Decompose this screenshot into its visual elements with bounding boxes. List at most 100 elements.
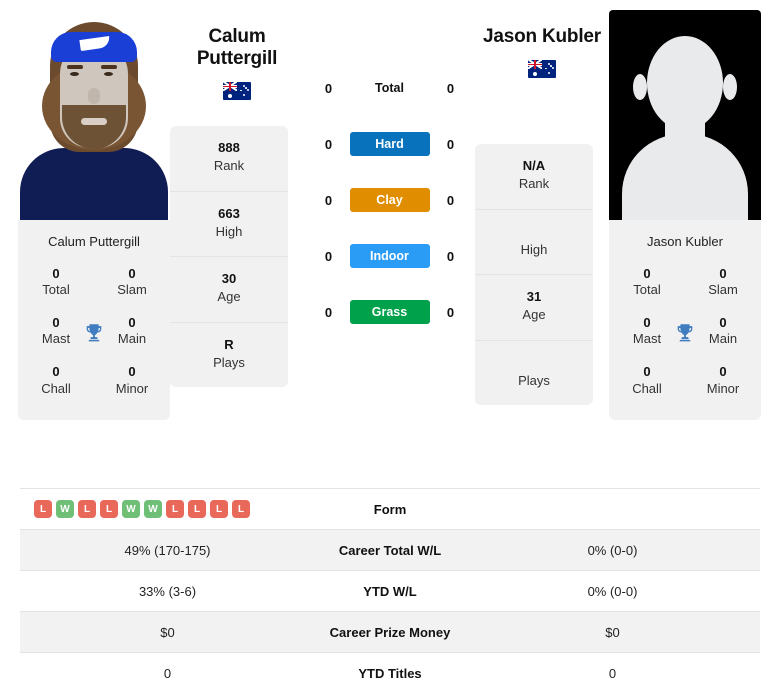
value: N/A [522, 158, 546, 174]
left-card-player-name: Calum Puttergill [48, 234, 140, 249]
photo-mouth [81, 118, 107, 125]
table-row-career-prize-money: $0 Career Prize Money $0 [20, 611, 760, 652]
form-chip[interactable]: L [34, 500, 52, 518]
left-value: 49% (170-175) [124, 542, 211, 558]
right-titles-slam: 0 Slam [685, 259, 761, 308]
right-player-name-block: Jason Kubler N/A Rank High 31 Age Plays [475, 0, 609, 406]
label: Minor [706, 380, 740, 396]
form-chip[interactable]: L [210, 500, 228, 518]
label: Main [708, 331, 738, 347]
surface-row-indoor: 0 Indoor 0 [304, 228, 475, 284]
label: Slam [708, 282, 738, 298]
photo-shirt [20, 148, 168, 220]
row-label: Career Prize Money [329, 624, 451, 640]
flag-star-5 [550, 65, 552, 67]
photo-eye-left [70, 72, 79, 76]
right-player-stat-stack: N/A Rank High 31 Age Plays [475, 144, 593, 406]
right-value: 0 [446, 80, 455, 96]
value: 0 [719, 315, 727, 331]
left-player-column: Calum Puttergill 0 Total 0 Slam 0 Mast 0… [0, 0, 170, 421]
value: 30 [221, 271, 237, 287]
right-titles-main: 0 Main [685, 308, 761, 357]
left-player-photo[interactable] [18, 10, 170, 220]
left-stat-high: 663 High [170, 192, 288, 258]
value: 0 [52, 364, 60, 380]
label: Plays [213, 354, 245, 370]
form-chip[interactable]: L [78, 500, 96, 518]
surface-badge-grass[interactable]: Grass [349, 300, 430, 324]
left-stat-age: 30 Age [170, 257, 288, 323]
flag-star-4 [240, 89, 242, 92]
left-value: 0 [324, 304, 333, 320]
photo-eye-right [104, 72, 113, 76]
left-value: 0 [324, 248, 333, 264]
right-card-player-name: Jason Kubler [647, 234, 723, 249]
flag-star-2 [552, 67, 555, 70]
right-player-name-line1: Jason Kubler [483, 26, 601, 47]
label: High [215, 223, 243, 239]
surface-badge-clay[interactable]: Clay [349, 188, 430, 212]
surface-comparison-column: 0 Total 0 0 Hard 0 0 Clay 0 0 Indoor 0 0 [304, 0, 475, 340]
right-player-photo[interactable] [609, 10, 761, 220]
value: 888 [218, 140, 240, 156]
label: High [520, 241, 548, 257]
form-chip[interactable]: L [232, 500, 250, 518]
value [477, 224, 591, 241]
right-value: 0% (0-0) [587, 583, 638, 599]
value: 0 [128, 364, 136, 380]
right-player-summary-card: Jason Kubler 0 Total 0 Slam 0 Mast 0 Mai… [609, 220, 761, 421]
silhouette-ear-left [633, 74, 647, 100]
right-value: 0 [446, 304, 455, 320]
left-player-summary-card: Calum Puttergill 0 Total 0 Slam 0 Mast 0… [18, 220, 170, 421]
silhouette-ear-right [723, 74, 737, 100]
head-to-head-stats-table: L W L L W W L L L L Form 49% (170-175) C… [20, 488, 760, 693]
value: 0 [128, 266, 136, 281]
left-titles-total: 0 Total [18, 259, 94, 308]
value: 31 [526, 289, 542, 305]
label: Chall [41, 380, 71, 396]
table-row-career-total-wl: 49% (170-175) Career Total W/L 0% (0-0) [20, 529, 760, 570]
right-stat-high: High [475, 210, 593, 276]
label: Slam [117, 282, 147, 298]
label: Total [42, 282, 70, 298]
value: 0 [128, 315, 136, 331]
surface-badge-indoor[interactable]: Indoor [349, 244, 430, 268]
left-stat-plays: R Plays [170, 323, 288, 388]
right-stat-age: 31 Age [475, 275, 593, 341]
left-titles-grid: 0 Total 0 Slam 0 Mast 0 Main 0 Chall 0 M… [18, 259, 170, 406]
right-player-name: Jason Kubler [475, 26, 609, 48]
left-stat-rank: 888 Rank [170, 126, 288, 192]
left-player-name-line1: Calum [208, 26, 266, 47]
australia-flag-icon [223, 82, 251, 101]
left-titles-main: 0 Main [94, 308, 170, 357]
flag-star-4 [545, 67, 547, 70]
label: Rank [213, 158, 245, 174]
right-titles-minor: 0 Minor [685, 357, 761, 406]
surface-badge-hard[interactable]: Hard [349, 132, 430, 156]
value: 0 [719, 266, 727, 281]
label: Rank [518, 176, 550, 192]
left-player-name: Calum Puttergill [170, 26, 304, 70]
flag-commonwealth-star [228, 93, 232, 98]
right-player-column: Jason Kubler 0 Total 0 Slam 0 Mast 0 Mai… [609, 0, 779, 421]
form-chip[interactable]: L [188, 500, 206, 518]
form-chip[interactable]: L [166, 500, 184, 518]
row-label: YTD Titles [358, 665, 422, 681]
silhouette-head [647, 36, 723, 130]
left-titles-chall: 0 Chall [18, 357, 94, 406]
form-chip[interactable]: W [122, 500, 140, 518]
surface-row-grass: 0 Grass 0 [304, 284, 475, 340]
flag-star-2 [247, 89, 250, 92]
left-value: 0 [163, 665, 172, 681]
australia-flag-icon [528, 60, 556, 79]
right-titles-chall: 0 Chall [609, 357, 685, 406]
label: Age [217, 289, 241, 305]
right-value: $0 [605, 624, 620, 640]
right-value: 0 [446, 192, 455, 208]
form-chip[interactable]: L [100, 500, 118, 518]
label: Plays [518, 372, 550, 388]
form-chip[interactable]: W [144, 500, 162, 518]
flag-star-5 [245, 87, 247, 89]
form-chip[interactable]: W [56, 500, 74, 518]
form-strip: L W L L W W L L L L [20, 500, 315, 518]
